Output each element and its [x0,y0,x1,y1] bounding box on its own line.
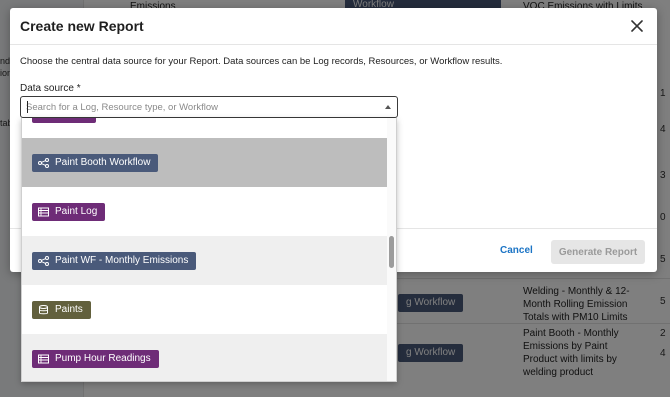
data-source-select[interactable] [20,96,398,118]
text-cursor [27,101,28,113]
source-chip[interactable]: Paints [32,301,91,319]
workflow-icon [38,158,49,168]
cancel-button[interactable]: Cancel [500,245,533,256]
source-chip[interactable]: Paint Booth Workflow [32,154,159,172]
log-icon [38,207,49,217]
source-chip[interactable]: Paint WF - Monthly Emissions [32,252,197,270]
dialog-description: Choose the central data source for your … [20,56,503,67]
workflow-icon [38,256,49,266]
option-paint-log[interactable]: Paint Log [22,187,388,236]
partial-option-chip [32,118,96,123]
log-icon [38,354,49,364]
data-source-label: Data source * [20,83,81,94]
close-icon[interactable] [630,19,644,33]
option-label: Pump Hour Readings [55,353,151,364]
option-paints[interactable]: Paints [22,285,388,334]
option-label: Paints [55,304,83,315]
scrollbar-thumb[interactable] [389,236,394,268]
dropdown-scrollbar[interactable] [387,118,396,381]
option-paint-booth-workflow[interactable]: Paint Booth Workflow [22,138,388,187]
source-chip[interactable]: Pump Hour Readings [32,350,159,368]
source-chip[interactable]: Paint Log [32,203,106,221]
generate-report-button[interactable]: Generate Report [551,240,645,264]
option-label: Paint WF - Monthly Emissions [55,255,189,266]
dialog-title: Create new Report [20,18,144,34]
option-label: Paint Log [55,206,98,217]
data-source-dropdown-list[interactable]: Paint Booth Workflow Paint Log Paint WF … [21,118,397,382]
option-pump-hour-readings[interactable]: Pump Hour Readings [22,334,388,381]
data-source-search-input[interactable] [26,101,366,114]
database-icon [39,305,48,315]
option-label: Paint Booth Workflow [55,157,151,168]
chevron-up-icon[interactable] [385,105,391,109]
dialog-header: Create new Report [10,8,657,45]
option-paint-wf-monthly-emissions[interactable]: Paint WF - Monthly Emissions [22,236,388,285]
